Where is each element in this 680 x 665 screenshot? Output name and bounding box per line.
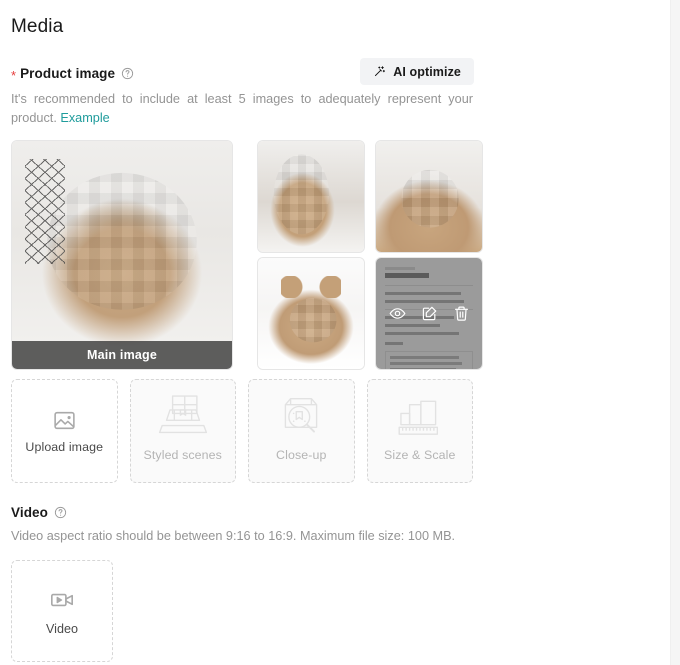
product-photo-4-image (258, 258, 364, 369)
product-spec-sheet[interactable] (375, 257, 483, 370)
product-photo-2-image (258, 141, 364, 252)
video-label: Video (11, 505, 49, 520)
product-image-grid: Main image (11, 140, 483, 370)
product-image-label: Product image (20, 65, 116, 81)
video-upload-label: Video (46, 621, 78, 636)
preview-icon[interactable] (386, 303, 408, 325)
product-photo-3[interactable] (375, 140, 483, 253)
image-placeholder-row: Upload image Styled scenes Close-up Size… (11, 379, 473, 483)
example-link[interactable]: Example (60, 111, 109, 125)
close-up-label: Close-up (276, 448, 327, 462)
thumbnail-hover-actions (376, 258, 482, 369)
question-circle-icon[interactable] (121, 67, 134, 80)
video-upload-card[interactable]: Video (11, 560, 113, 662)
product-photo-4[interactable] (257, 257, 365, 370)
ai-optimize-label: AI optimize (393, 64, 461, 79)
page-scrollbar[interactable] (670, 0, 680, 665)
page-title: Media (11, 16, 64, 37)
product-photo-2[interactable] (257, 140, 365, 253)
main-product-photo-image (12, 141, 232, 369)
media-section: Media * Product image AI optimize It's r… (0, 0, 670, 665)
required-asterisk: * (11, 67, 17, 83)
close-up-icon (275, 394, 327, 438)
video-header: Video (11, 505, 670, 520)
video-camera-icon (49, 587, 75, 613)
main-product-photo[interactable]: Main image (11, 140, 233, 370)
styled-scenes-label: Styled scenes (143, 448, 222, 462)
image-placeholder-icon (52, 408, 77, 433)
close-up-card[interactable]: Close-up (248, 379, 355, 483)
size-scale-label: Size & Scale (384, 448, 456, 462)
styled-scenes-card[interactable]: Styled scenes (129, 379, 236, 483)
magic-wand-icon (373, 65, 386, 78)
product-photo-3-image (376, 141, 482, 252)
edit-icon[interactable] (418, 303, 440, 325)
question-circle-icon[interactable] (54, 506, 67, 519)
product-image-description: It's recommended to include at least 5 i… (11, 90, 473, 128)
size-scale-card[interactable]: Size & Scale (366, 379, 473, 483)
delete-icon[interactable] (450, 303, 472, 325)
upload-image-label: Upload image (25, 440, 104, 454)
video-description: Video aspect ratio should be between 9:1… (11, 529, 456, 543)
product-image-header: * Product image AI optimize (11, 58, 474, 85)
styled-scenes-icon (157, 394, 209, 438)
upload-image-card[interactable]: Upload image (11, 379, 118, 483)
main-image-badge: Main image (12, 341, 232, 369)
ai-optimize-button[interactable]: AI optimize (360, 58, 474, 85)
size-scale-icon (394, 394, 446, 438)
